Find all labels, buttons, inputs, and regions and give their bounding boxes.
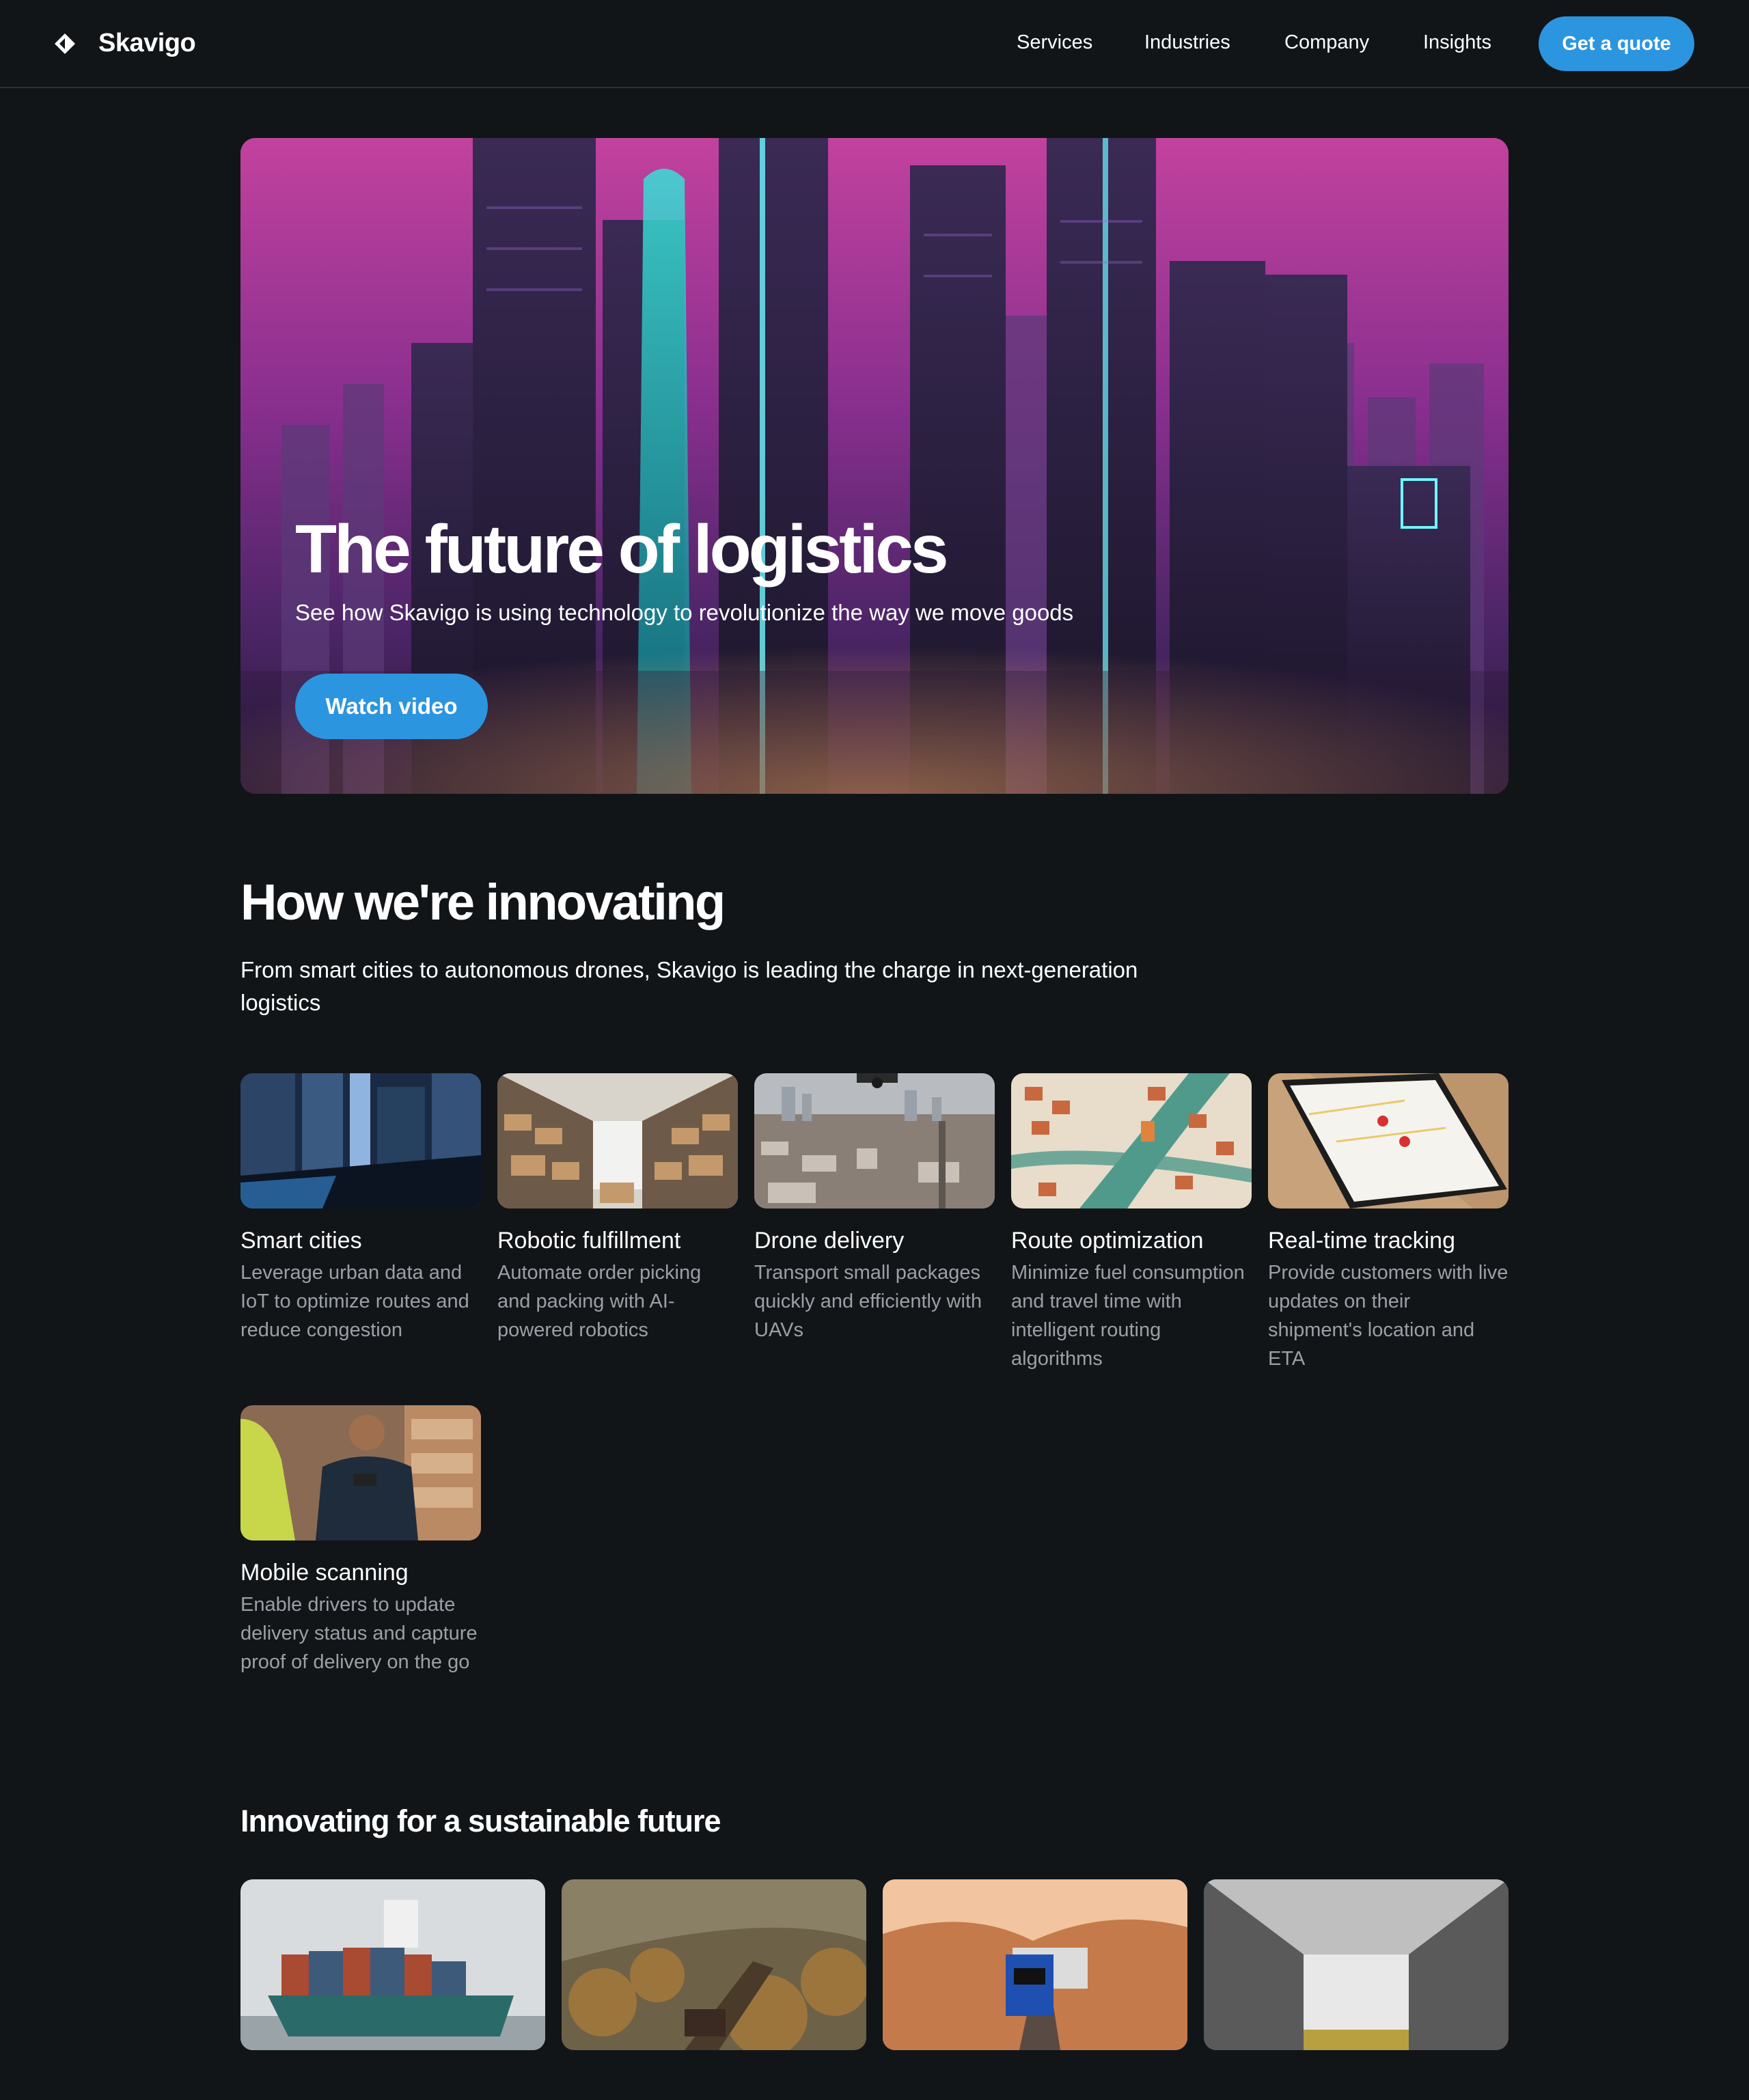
card-title: Mobile scanning (240, 1560, 409, 1586)
feature-card-mobile-scanning[interactable]: Mobile scanning Enable drivers to update… (240, 1405, 481, 1676)
nav-link-services[interactable]: Services (1017, 31, 1092, 54)
smart-city-image (240, 1073, 481, 1208)
nav-link-company[interactable]: Company (1284, 31, 1369, 54)
nav-link-industries[interactable]: Industries (1144, 31, 1230, 54)
truck-desert-road-image (883, 1879, 1187, 2050)
card-description: Transport small packages quickly and eff… (754, 1262, 982, 1341)
train-forest-image (562, 1879, 866, 2050)
isometric-map-image (1011, 1073, 1252, 1208)
feature-card-drone-delivery[interactable]: Drone delivery Transport small packages … (754, 1073, 995, 1344)
feature-card-robotic-fulfillment[interactable]: Robotic fulfillment Automate order picki… (497, 1073, 738, 1344)
worker-scanning-image (240, 1405, 481, 1541)
card-title: Smart cities (240, 1228, 362, 1254)
card-description: Provide customers with live updates on t… (1268, 1262, 1509, 1370)
hero-title: The future of logistics (295, 511, 948, 588)
feature-card-smart-cities[interactable]: Smart cities Leverage urban data and IoT… (240, 1073, 481, 1344)
hero-banner: The future of logistics See how Skavigo … (240, 138, 1509, 794)
card-description: Enable drivers to update delivery status… (240, 1594, 478, 1673)
brand-logo[interactable]: Skavigo (53, 29, 196, 58)
card-description: Automate order picking and packing with … (497, 1262, 702, 1341)
brand-name: Skavigo (98, 29, 196, 57)
card-title: Real-time tracking (1268, 1228, 1455, 1254)
drone-city-image (754, 1073, 995, 1208)
card-title: Robotic fulfillment (497, 1228, 681, 1254)
feature-card-route-optimization[interactable]: Route optimization Minimize fuel consump… (1011, 1073, 1252, 1373)
get-quote-button[interactable]: Get a quote (1539, 16, 1694, 71)
card-description: Minimize fuel consumption and travel tim… (1011, 1262, 1245, 1370)
sustainable-section-title: Innovating for a sustainable future (240, 1804, 721, 1838)
feature-card-real-time-tracking[interactable]: Real-time tracking Provide customers wit… (1268, 1073, 1509, 1373)
top-navigation: Skavigo Services Industries Company Insi… (0, 0, 1749, 88)
card-description: Leverage urban data and IoT to optimize … (240, 1262, 469, 1341)
card-title: Route optimization (1011, 1228, 1204, 1254)
cargo-ship-image (240, 1879, 545, 2050)
phone-map-image (1268, 1073, 1509, 1208)
diamond-logo-icon (55, 33, 75, 54)
innovating-section-title: How we're innovating (240, 874, 726, 930)
warehouse-interior-image (1204, 1879, 1509, 2050)
nav-link-insights[interactable]: Insights (1423, 31, 1491, 54)
innovating-section-description: From smart cities to autonomous drones, … (240, 957, 1138, 1015)
hero-subtitle: See how Skavigo is using technology to r… (295, 600, 1074, 625)
watch-video-button[interactable]: Watch video (295, 674, 488, 739)
card-title: Drone delivery (754, 1228, 905, 1254)
warehouse-image (497, 1073, 738, 1208)
